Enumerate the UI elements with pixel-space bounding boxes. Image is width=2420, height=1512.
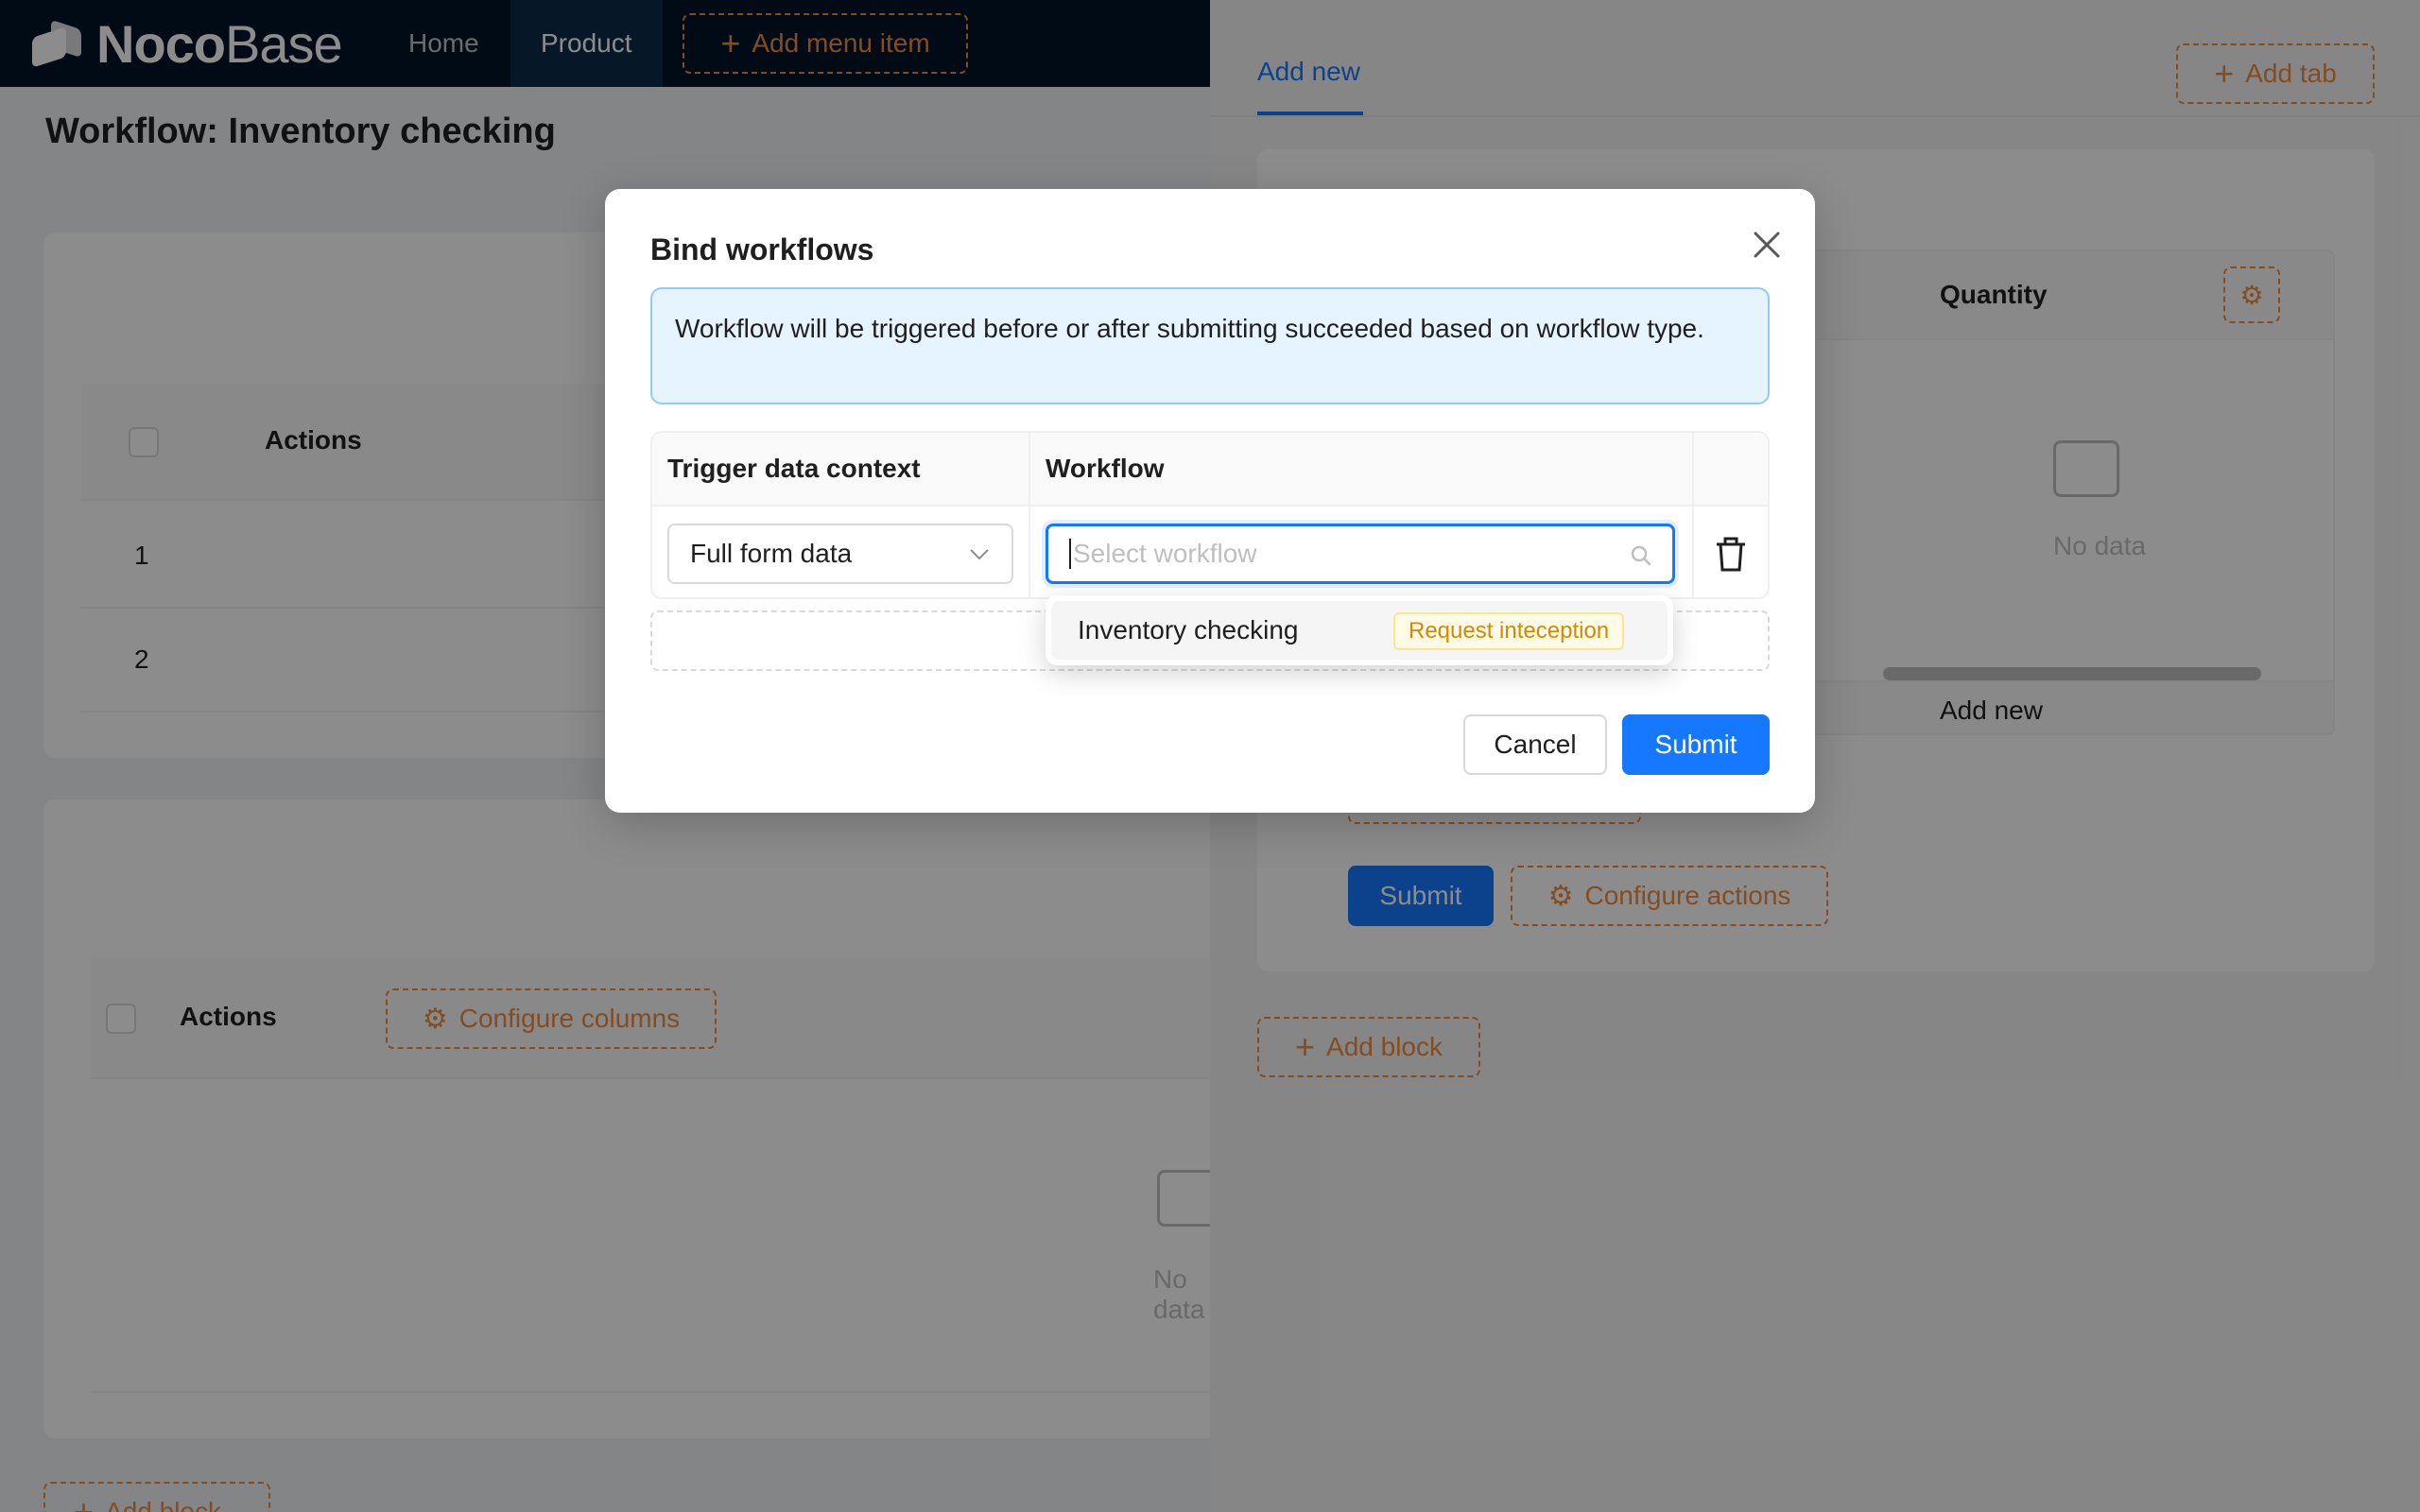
workflow-dropdown: Inventory checking Request inteception [1046,595,1673,665]
bind-workflows-modal: Bind workflows Workflow will be triggere… [605,189,1815,813]
delete-icon[interactable] [1715,537,1747,573]
workflow-binding-table: Trigger data context Workflow Full form … [650,431,1770,599]
cancel-button[interactable]: Cancel [1463,714,1607,775]
workflow-option-label: Inventory checking [1078,615,1299,644]
column-divider [1692,433,1694,597]
modal-title: Bind workflows [650,232,874,266]
text-cursor [1069,539,1071,569]
close-button[interactable] [1745,223,1789,266]
close-icon [1754,232,1780,258]
trigger-context-select[interactable]: Full form data [667,524,1013,584]
workflow-select-placeholder: Select workflow [1073,539,1257,568]
trigger-context-value: Full form data [690,539,853,568]
submit-button[interactable]: Submit [1622,714,1770,775]
workflow-column-header: Workflow [1046,454,1165,483]
chevron-down-icon [970,549,989,560]
workflow-select-input[interactable]: Select workflow [1046,524,1675,584]
column-divider [1028,433,1030,597]
info-alert: Workflow will be triggered before or aft… [650,287,1770,404]
trigger-context-column-header: Trigger data context [667,454,921,483]
search-icon [1631,545,1651,566]
table-header: Trigger data context Workflow [652,433,1768,507]
workflow-type-tag: Request inteception [1393,612,1625,650]
workflow-option[interactable]: Inventory checking Request inteception [1051,601,1668,660]
